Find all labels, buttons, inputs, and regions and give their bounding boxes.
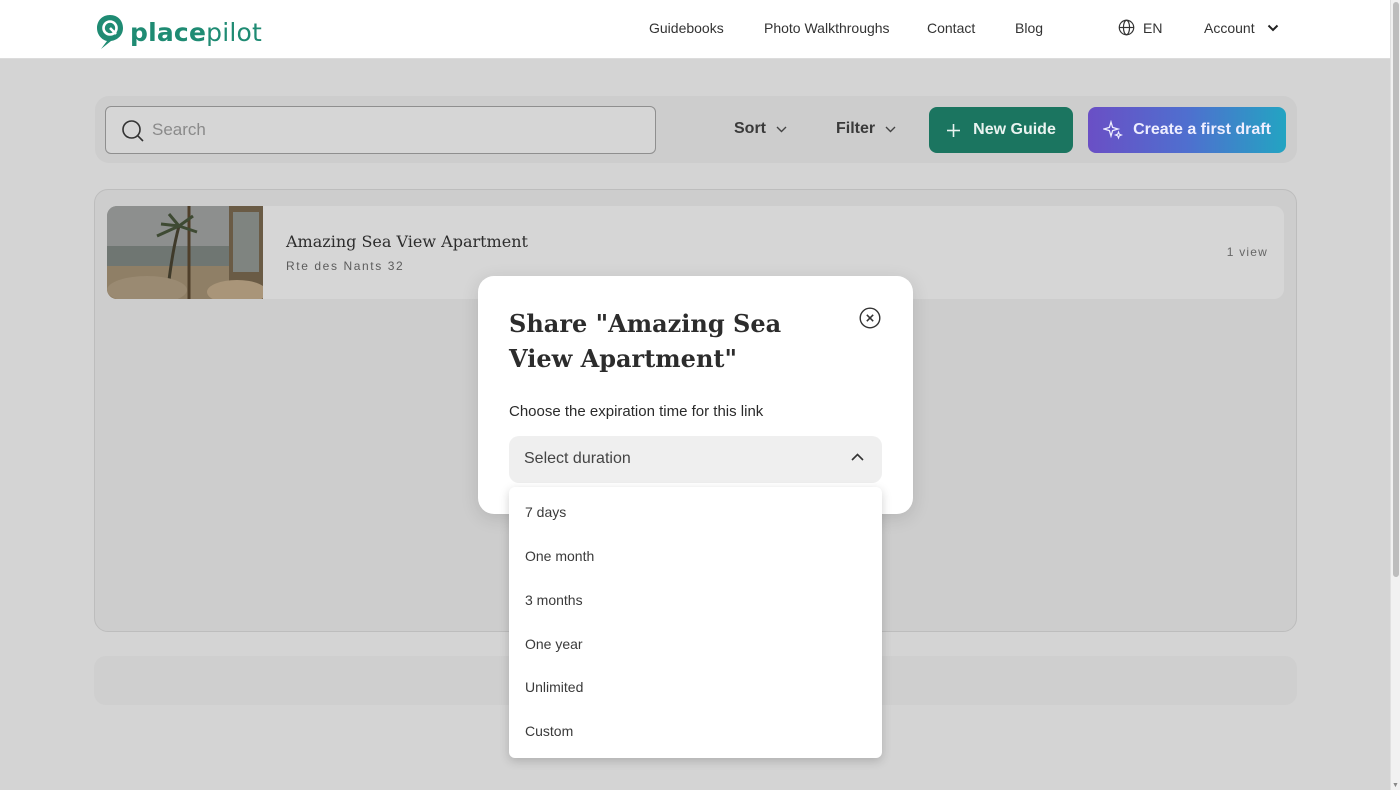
search-input[interactable] (152, 117, 632, 143)
search-icon (122, 120, 144, 142)
duration-select-value: Select duration (524, 450, 631, 467)
modal-title: Share "Amazing Sea View Apartment" (509, 309, 782, 373)
guide-view-count: 1 view (1226, 245, 1268, 259)
expiration-label: Choose the expiration time for this link (509, 403, 764, 420)
nav-guidebooks[interactable]: Guidebooks (649, 20, 724, 36)
nav-blog[interactable]: Blog (1015, 20, 1043, 36)
option-unlimited[interactable]: Unlimited (525, 679, 583, 695)
language-selector[interactable]: EN (1118, 19, 1162, 36)
globe-icon (1118, 19, 1135, 36)
new-guide-button[interactable]: New Guide (929, 107, 1073, 153)
sort-label: Sort (734, 120, 766, 137)
option-7-days[interactable]: 7 days (525, 504, 566, 520)
chevron-down-icon (776, 126, 787, 132)
placepilot-logo[interactable]: placepilot (96, 14, 262, 50)
language-label: EN (1143, 19, 1163, 36)
filter-label: Filter (836, 120, 876, 137)
chevron-down-icon (1267, 24, 1278, 32)
option-3-months[interactable]: 3 months (525, 592, 583, 608)
sort-dropdown[interactable]: Sort (734, 120, 787, 138)
logo-text-light: pilot (206, 17, 262, 47)
chevron-down-icon (885, 126, 896, 132)
scrollbar-thumb[interactable] (1393, 2, 1399, 577)
scroll-down-arrow-icon[interactable]: ▼ (1392, 782, 1399, 789)
sparkles-icon (1103, 120, 1124, 140)
nav-contact[interactable]: Contact (927, 20, 975, 36)
guide-address: Rte des Nants 32 (286, 259, 405, 273)
nav-photo-walkthroughs[interactable]: Photo Walkthroughs (764, 20, 890, 36)
guide-thumbnail (107, 206, 263, 299)
chevron-up-icon (851, 453, 864, 461)
account-label: Account (1204, 20, 1255, 36)
duration-options-list: 7 days One month 3 months One year Unlim… (509, 487, 882, 758)
option-one-year[interactable]: One year (525, 636, 583, 652)
option-one-month[interactable]: One month (525, 548, 594, 564)
new-guide-label: New Guide (973, 121, 1056, 138)
page-scrollbar[interactable]: ▼ (1390, 0, 1400, 790)
top-header: placepilot Guidebooks Photo Walkthroughs… (0, 0, 1390, 59)
create-first-draft-label: Create a first draft (1133, 121, 1271, 138)
guides-toolbar: Sort Filter New Guide Create a first dra… (95, 96, 1297, 163)
share-modal: Share "Amazing Sea View Apartment" Choos… (478, 276, 913, 514)
guide-title: Amazing Sea View Apartment (286, 232, 528, 251)
logo-text-bold: place (130, 17, 207, 47)
create-first-draft-button[interactable]: Create a first draft (1088, 107, 1286, 153)
close-icon[interactable] (859, 307, 881, 329)
logo-pin-icon (97, 15, 123, 49)
search-box[interactable] (105, 106, 656, 154)
plus-icon (947, 123, 961, 137)
filter-dropdown[interactable]: Filter (836, 120, 896, 138)
account-menu[interactable]: Account (1204, 20, 1279, 36)
duration-select[interactable]: Select duration (509, 436, 882, 483)
option-custom[interactable]: Custom (525, 723, 573, 739)
